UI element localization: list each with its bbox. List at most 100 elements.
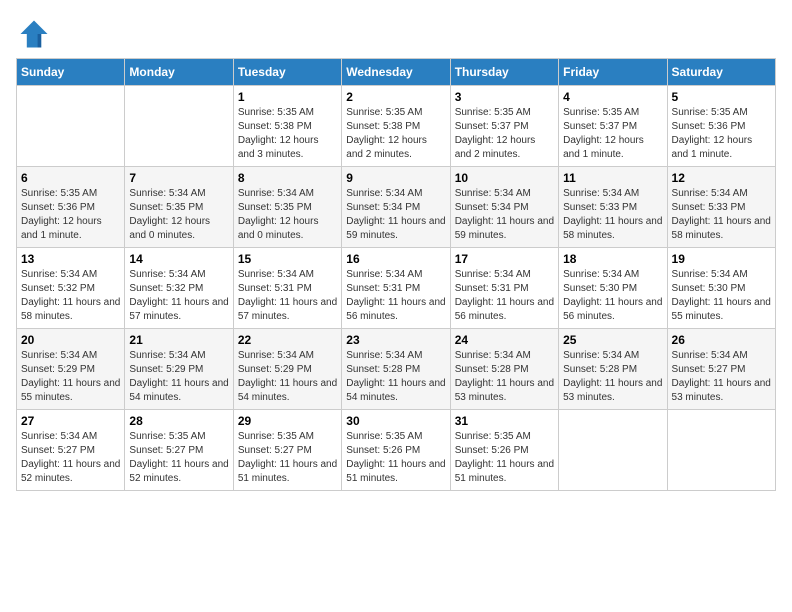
- calendar-cell: 17 Sunrise: 5:34 AMSunset: 5:31 PMDayligh…: [450, 248, 558, 329]
- day-info: Sunrise: 5:35 AMSunset: 5:38 PMDaylight:…: [238, 106, 337, 162]
- day-info: Sunrise: 5:34 AMSunset: 5:31 PMDaylight:…: [238, 268, 337, 324]
- weekday-header-friday: Friday: [559, 59, 667, 86]
- calendar-cell: 28 Sunrise: 5:35 AMSunset: 5:27 PMDayligh…: [125, 410, 233, 491]
- calendar-cell: [559, 410, 667, 491]
- day-number: 13: [21, 252, 120, 266]
- day-info: Sunrise: 5:35 AMSunset: 5:27 PMDaylight:…: [129, 430, 228, 486]
- calendar-cell: 27 Sunrise: 5:34 AMSunset: 5:27 PMDayligh…: [17, 410, 125, 491]
- day-number: 15: [238, 252, 337, 266]
- day-number: 26: [672, 333, 771, 347]
- calendar-cell: 3 Sunrise: 5:35 AMSunset: 5:37 PMDaylight…: [450, 86, 558, 167]
- calendar-cell: [17, 86, 125, 167]
- day-info: Sunrise: 5:34 AMSunset: 5:29 PMDaylight:…: [238, 349, 337, 405]
- day-number: 30: [346, 414, 445, 428]
- logo-icon: [16, 16, 52, 52]
- calendar-cell: 13 Sunrise: 5:34 AMSunset: 5:32 PMDayligh…: [17, 248, 125, 329]
- day-info: Sunrise: 5:35 AMSunset: 5:26 PMDaylight:…: [346, 430, 445, 486]
- calendar-cell: 29 Sunrise: 5:35 AMSunset: 5:27 PMDayligh…: [233, 410, 341, 491]
- calendar-cell: 4 Sunrise: 5:35 AMSunset: 5:37 PMDaylight…: [559, 86, 667, 167]
- day-number: 11: [563, 171, 662, 185]
- day-info: Sunrise: 5:34 AMSunset: 5:35 PMDaylight:…: [238, 187, 337, 243]
- day-info: Sunrise: 5:34 AMSunset: 5:27 PMDaylight:…: [672, 349, 771, 405]
- calendar-cell: 14 Sunrise: 5:34 AMSunset: 5:32 PMDayligh…: [125, 248, 233, 329]
- weekday-header-tuesday: Tuesday: [233, 59, 341, 86]
- day-number: 14: [129, 252, 228, 266]
- calendar-cell: 15 Sunrise: 5:34 AMSunset: 5:31 PMDayligh…: [233, 248, 341, 329]
- day-number: 4: [563, 90, 662, 104]
- day-number: 9: [346, 171, 445, 185]
- day-number: 31: [455, 414, 554, 428]
- day-number: 22: [238, 333, 337, 347]
- logo: [16, 16, 56, 52]
- calendar-cell: 9 Sunrise: 5:34 AMSunset: 5:34 PMDaylight…: [342, 167, 450, 248]
- day-info: Sunrise: 5:34 AMSunset: 5:30 PMDaylight:…: [672, 268, 771, 324]
- calendar: SundayMondayTuesdayWednesdayThursdayFrid…: [16, 58, 776, 491]
- calendar-cell: 25 Sunrise: 5:34 AMSunset: 5:28 PMDayligh…: [559, 329, 667, 410]
- calendar-cell: 23 Sunrise: 5:34 AMSunset: 5:28 PMDayligh…: [342, 329, 450, 410]
- day-info: Sunrise: 5:35 AMSunset: 5:36 PMDaylight:…: [672, 106, 771, 162]
- page-header: [16, 16, 776, 52]
- day-info: Sunrise: 5:34 AMSunset: 5:35 PMDaylight:…: [129, 187, 228, 243]
- calendar-cell: 18 Sunrise: 5:34 AMSunset: 5:30 PMDayligh…: [559, 248, 667, 329]
- day-info: Sunrise: 5:34 AMSunset: 5:31 PMDaylight:…: [455, 268, 554, 324]
- calendar-cell: 26 Sunrise: 5:34 AMSunset: 5:27 PMDayligh…: [667, 329, 775, 410]
- day-number: 25: [563, 333, 662, 347]
- day-info: Sunrise: 5:34 AMSunset: 5:29 PMDaylight:…: [21, 349, 120, 405]
- calendar-cell: 30 Sunrise: 5:35 AMSunset: 5:26 PMDayligh…: [342, 410, 450, 491]
- calendar-cell: 5 Sunrise: 5:35 AMSunset: 5:36 PMDaylight…: [667, 86, 775, 167]
- day-number: 7: [129, 171, 228, 185]
- day-info: Sunrise: 5:35 AMSunset: 5:38 PMDaylight:…: [346, 106, 445, 162]
- calendar-cell: 19Sunrise: 5:34 AMSunset: 5:30 PMDayligh…: [667, 248, 775, 329]
- day-number: 28: [129, 414, 228, 428]
- day-number: 17: [455, 252, 554, 266]
- day-number: 8: [238, 171, 337, 185]
- calendar-cell: 12 Sunrise: 5:34 AMSunset: 5:33 PMDayligh…: [667, 167, 775, 248]
- day-info: Sunrise: 5:35 AMSunset: 5:37 PMDaylight:…: [563, 106, 662, 162]
- day-info: Sunrise: 5:34 AMSunset: 5:27 PMDaylight:…: [21, 430, 120, 486]
- day-number: 2: [346, 90, 445, 104]
- day-number: 12: [672, 171, 771, 185]
- day-number: 1: [238, 90, 337, 104]
- weekday-header-sunday: Sunday: [17, 59, 125, 86]
- calendar-cell: 31 Sunrise: 5:35 AMSunset: 5:26 PMDayligh…: [450, 410, 558, 491]
- calendar-cell: 24 Sunrise: 5:34 AMSunset: 5:28 PMDayligh…: [450, 329, 558, 410]
- calendar-cell: 21 Sunrise: 5:34 AMSunset: 5:29 PMDayligh…: [125, 329, 233, 410]
- day-number: 3: [455, 90, 554, 104]
- day-info: Sunrise: 5:34 AMSunset: 5:32 PMDaylight:…: [21, 268, 120, 324]
- day-info: Sunrise: 5:34 AMSunset: 5:34 PMDaylight:…: [346, 187, 445, 243]
- day-number: 20: [21, 333, 120, 347]
- calendar-cell: 8 Sunrise: 5:34 AMSunset: 5:35 PMDaylight…: [233, 167, 341, 248]
- day-number: 18: [563, 252, 662, 266]
- weekday-header-saturday: Saturday: [667, 59, 775, 86]
- day-number: 29: [238, 414, 337, 428]
- calendar-cell: 1 Sunrise: 5:35 AMSunset: 5:38 PMDaylight…: [233, 86, 341, 167]
- day-number: 21: [129, 333, 228, 347]
- day-number: 6: [21, 171, 120, 185]
- day-number: 24: [455, 333, 554, 347]
- day-number: 16: [346, 252, 445, 266]
- day-info: Sunrise: 5:34 AMSunset: 5:28 PMDaylight:…: [346, 349, 445, 405]
- calendar-cell: [667, 410, 775, 491]
- weekday-header-monday: Monday: [125, 59, 233, 86]
- day-info: Sunrise: 5:34 AMSunset: 5:34 PMDaylight:…: [455, 187, 554, 243]
- calendar-cell: 10 Sunrise: 5:34 AMSunset: 5:34 PMDayligh…: [450, 167, 558, 248]
- day-number: 27: [21, 414, 120, 428]
- day-number: 5: [672, 90, 771, 104]
- calendar-cell: 22 Sunrise: 5:34 AMSunset: 5:29 PMDayligh…: [233, 329, 341, 410]
- day-info: Sunrise: 5:34 AMSunset: 5:28 PMDaylight:…: [455, 349, 554, 405]
- day-number: 23: [346, 333, 445, 347]
- day-info: Sunrise: 5:35 AMSunset: 5:26 PMDaylight:…: [455, 430, 554, 486]
- calendar-cell: 20 Sunrise: 5:34 AMSunset: 5:29 PMDayligh…: [17, 329, 125, 410]
- day-info: Sunrise: 5:34 AMSunset: 5:31 PMDaylight:…: [346, 268, 445, 324]
- day-info: Sunrise: 5:34 AMSunset: 5:30 PMDaylight:…: [563, 268, 662, 324]
- day-info: Sunrise: 5:34 AMSunset: 5:32 PMDaylight:…: [129, 268, 228, 324]
- calendar-cell: 7 Sunrise: 5:34 AMSunset: 5:35 PMDaylight…: [125, 167, 233, 248]
- day-number: 10: [455, 171, 554, 185]
- weekday-header-wednesday: Wednesday: [342, 59, 450, 86]
- day-info: Sunrise: 5:35 AMSunset: 5:27 PMDaylight:…: [238, 430, 337, 486]
- calendar-cell: 16 Sunrise: 5:34 AMSunset: 5:31 PMDayligh…: [342, 248, 450, 329]
- day-info: Sunrise: 5:35 AMSunset: 5:37 PMDaylight:…: [455, 106, 554, 162]
- day-info: Sunrise: 5:34 AMSunset: 5:29 PMDaylight:…: [129, 349, 228, 405]
- day-info: Sunrise: 5:34 AMSunset: 5:28 PMDaylight:…: [563, 349, 662, 405]
- day-info: Sunrise: 5:34 AMSunset: 5:33 PMDaylight:…: [672, 187, 771, 243]
